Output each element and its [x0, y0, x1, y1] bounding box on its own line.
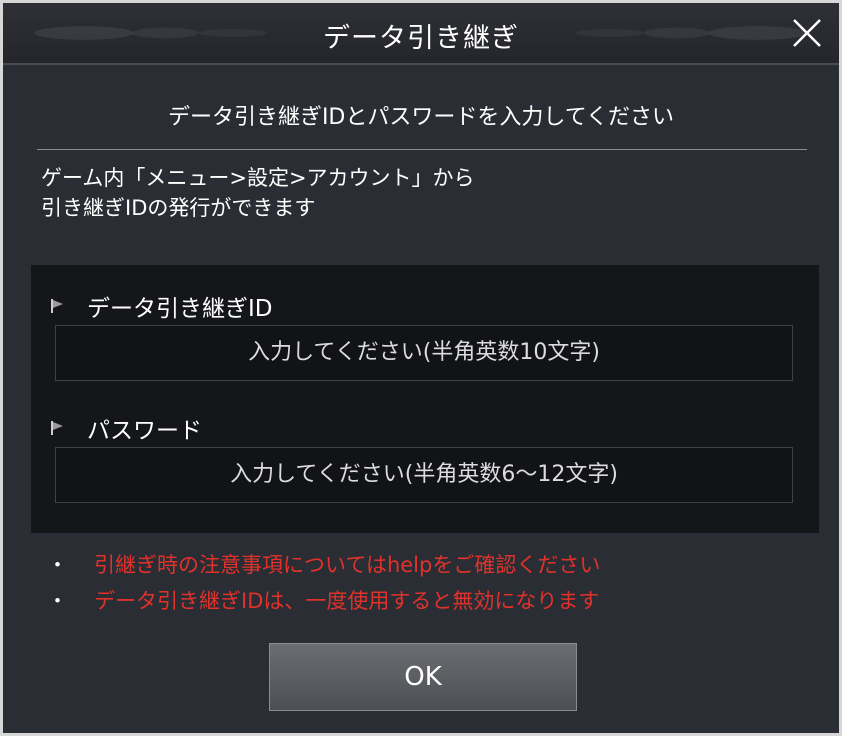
divider [37, 149, 807, 150]
close-button[interactable] [789, 15, 825, 51]
info-line-2: 引き継ぎIDの発行ができます [41, 196, 316, 220]
flag-icon [51, 421, 63, 435]
ok-button[interactable]: OK [269, 643, 577, 711]
password-label-row: パスワード [51, 411, 202, 445]
id-field-label: データ引き継ぎID [87, 296, 273, 322]
password-field-label: パスワード [87, 418, 202, 444]
note-text: データ引き継ぎIDは、一度使用すると無効になります [94, 589, 600, 613]
dialog-title-bar: データ引き継ぎ [3, 3, 839, 65]
info-text: ゲーム内「メニュー>設定>アカウント」から 引き継ぎIDの発行ができます [41, 163, 475, 223]
dialog-title: データ引き継ぎ [323, 23, 519, 54]
password-input[interactable]: 入力してください(半角英数6〜12文字) [55, 447, 793, 503]
data-transfer-dialog: データ引き継ぎ データ引き継ぎIDとパスワードを入力してください ゲーム内「メニ… [0, 0, 842, 736]
transfer-id-input[interactable]: 入力してください(半角英数10文字) [55, 325, 793, 381]
note-item: ・ データ引き継ぎIDは、一度使用すると無効になります [47, 583, 600, 619]
note-text: 引継ぎ時の注意事項についてはhelpをご確認ください [94, 553, 601, 577]
instruction-text: データ引き継ぎIDとパスワードを入力してください [167, 105, 675, 130]
note-bullet: ・ [47, 589, 68, 613]
id-label-row: データ引き継ぎID [51, 289, 273, 323]
info-line-1: ゲーム内「メニュー>設定>アカウント」から [41, 166, 475, 190]
note-bullet: ・ [47, 553, 68, 577]
notes-list: ・ 引継ぎ時の注意事項についてはhelpをご確認ください ・ データ引き継ぎID… [47, 547, 600, 619]
close-icon [793, 19, 821, 47]
flag-icon [51, 299, 63, 313]
note-item: ・ 引継ぎ時の注意事項についてはhelpをご確認ください [47, 547, 600, 583]
